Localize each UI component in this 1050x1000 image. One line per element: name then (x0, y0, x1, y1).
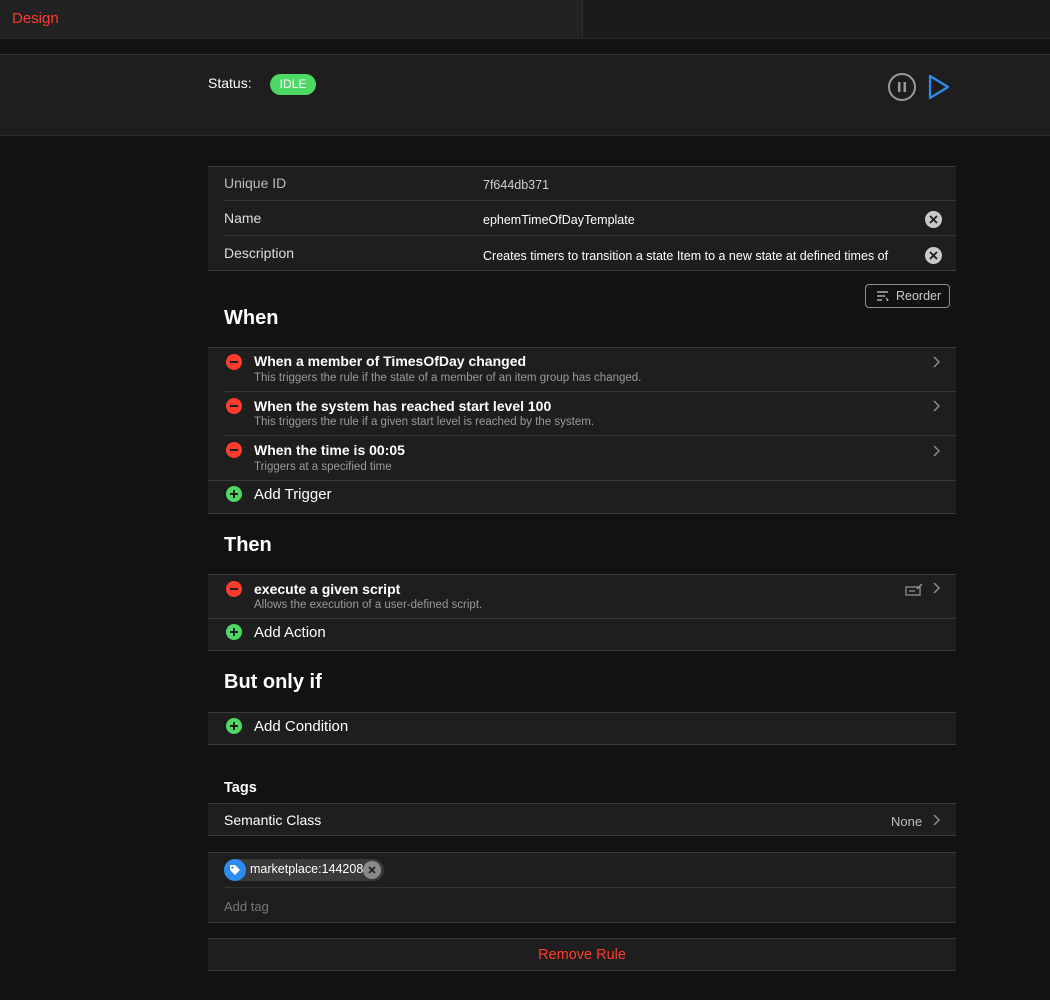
tags-heading: Tags (224, 780, 257, 796)
reorder-label: Reorder (896, 289, 942, 303)
name-field[interactable]: ephemTimeOfDayTemplate (483, 213, 913, 227)
remove-trigger-icon[interactable] (226, 398, 242, 414)
chevron-right-icon (933, 400, 941, 412)
trigger-subtitle: This triggers the rule if a given start … (254, 416, 595, 428)
add-condition-label: Add Condition (254, 718, 349, 735)
when-list: When a member of TimesOfDay changed This… (208, 347, 956, 514)
remove-rule-button[interactable]: Remove Rule (208, 938, 956, 971)
name-label: Name (224, 210, 262, 226)
trigger-item[interactable]: When the time is 00:05 Triggers at a spe… (208, 435, 956, 479)
add-trigger-button[interactable]: Add Trigger (208, 480, 956, 513)
close-icon (929, 215, 938, 224)
clear-name-button[interactable] (925, 211, 942, 228)
trigger-title: When a member of TimesOfDay changed (254, 353, 527, 369)
close-icon (929, 251, 938, 260)
add-action-label: Add Action (254, 624, 326, 641)
pause-icon (888, 73, 916, 101)
description-field[interactable]: Creates timers to transition a state Ite… (483, 249, 923, 263)
remove-rule-label: Remove Rule (538, 947, 626, 963)
action-item[interactable]: execute a given script Allows the execut… (208, 574, 956, 617)
chevron-right-icon (933, 356, 941, 368)
run-button[interactable] (926, 73, 952, 101)
remove-action-icon[interactable] (226, 581, 242, 597)
top-bar: Design (0, 0, 1050, 39)
tab-design[interactable]: Design (0, 0, 583, 38)
trigger-title: When the system has reached start level … (254, 398, 552, 414)
trigger-item[interactable]: When the system has reached start level … (208, 391, 956, 435)
uid-value: 7f644db371 (483, 178, 550, 192)
add-icon (226, 624, 242, 640)
tag-chip: marketplace:144208 (224, 859, 384, 881)
add-icon (226, 486, 242, 502)
remove-tag-button[interactable] (363, 861, 381, 879)
trigger-item[interactable]: When a member of TimesOfDay changed This… (208, 347, 956, 391)
description-label: Description (224, 245, 295, 261)
pause-button[interactable] (887, 72, 917, 102)
then-list: execute a given script Allows the execut… (208, 574, 956, 651)
semantic-class-value: None (891, 814, 923, 829)
trigger-subtitle: Triggers at a specified time (254, 461, 392, 473)
add-icon (226, 718, 242, 734)
status-bar: Status: IDLE (0, 54, 1050, 136)
reorder-icon (877, 291, 889, 301)
clear-description-button[interactable] (925, 247, 942, 264)
action-title: execute a given script (254, 581, 401, 597)
add-trigger-label: Add Trigger (254, 486, 332, 503)
trigger-subtitle: This triggers the rule if the state of a… (254, 372, 642, 384)
rule-info-panel: Unique ID 7f644db371 Name ephemTimeOfDay… (208, 166, 956, 271)
remove-trigger-icon[interactable] (226, 442, 242, 458)
chevron-right-icon (933, 582, 941, 594)
tab-design-label: Design (12, 10, 59, 27)
but-only-if-heading: But only if (224, 671, 322, 693)
when-heading: When (224, 307, 279, 329)
then-heading: Then (224, 534, 272, 556)
close-icon (368, 866, 376, 874)
action-subtitle: Allows the execution of a user-defined s… (254, 599, 483, 611)
reorder-button[interactable]: Reorder (865, 284, 950, 308)
remove-trigger-icon[interactable] (226, 354, 242, 370)
chevron-right-icon (933, 814, 941, 826)
semantic-class-row[interactable]: Semantic Class None (208, 803, 956, 836)
condition-list: Add Condition (208, 712, 956, 745)
chevron-right-icon (933, 445, 941, 457)
uid-label: Unique ID (224, 175, 287, 191)
tag-icon (224, 859, 246, 881)
add-tag-input[interactable]: Add tag (224, 899, 269, 914)
status-label: Status: (208, 75, 252, 91)
tag-label: marketplace:144208 (250, 862, 364, 876)
add-condition-button[interactable]: Add Condition (208, 712, 956, 745)
semantic-class-label: Semantic Class (224, 812, 322, 828)
trigger-title: When the time is 00:05 (254, 442, 405, 458)
status-badge: IDLE (270, 74, 316, 95)
play-icon (928, 74, 950, 100)
add-action-button[interactable]: Add Action (208, 618, 956, 651)
edit-script-icon[interactable] (905, 584, 923, 596)
